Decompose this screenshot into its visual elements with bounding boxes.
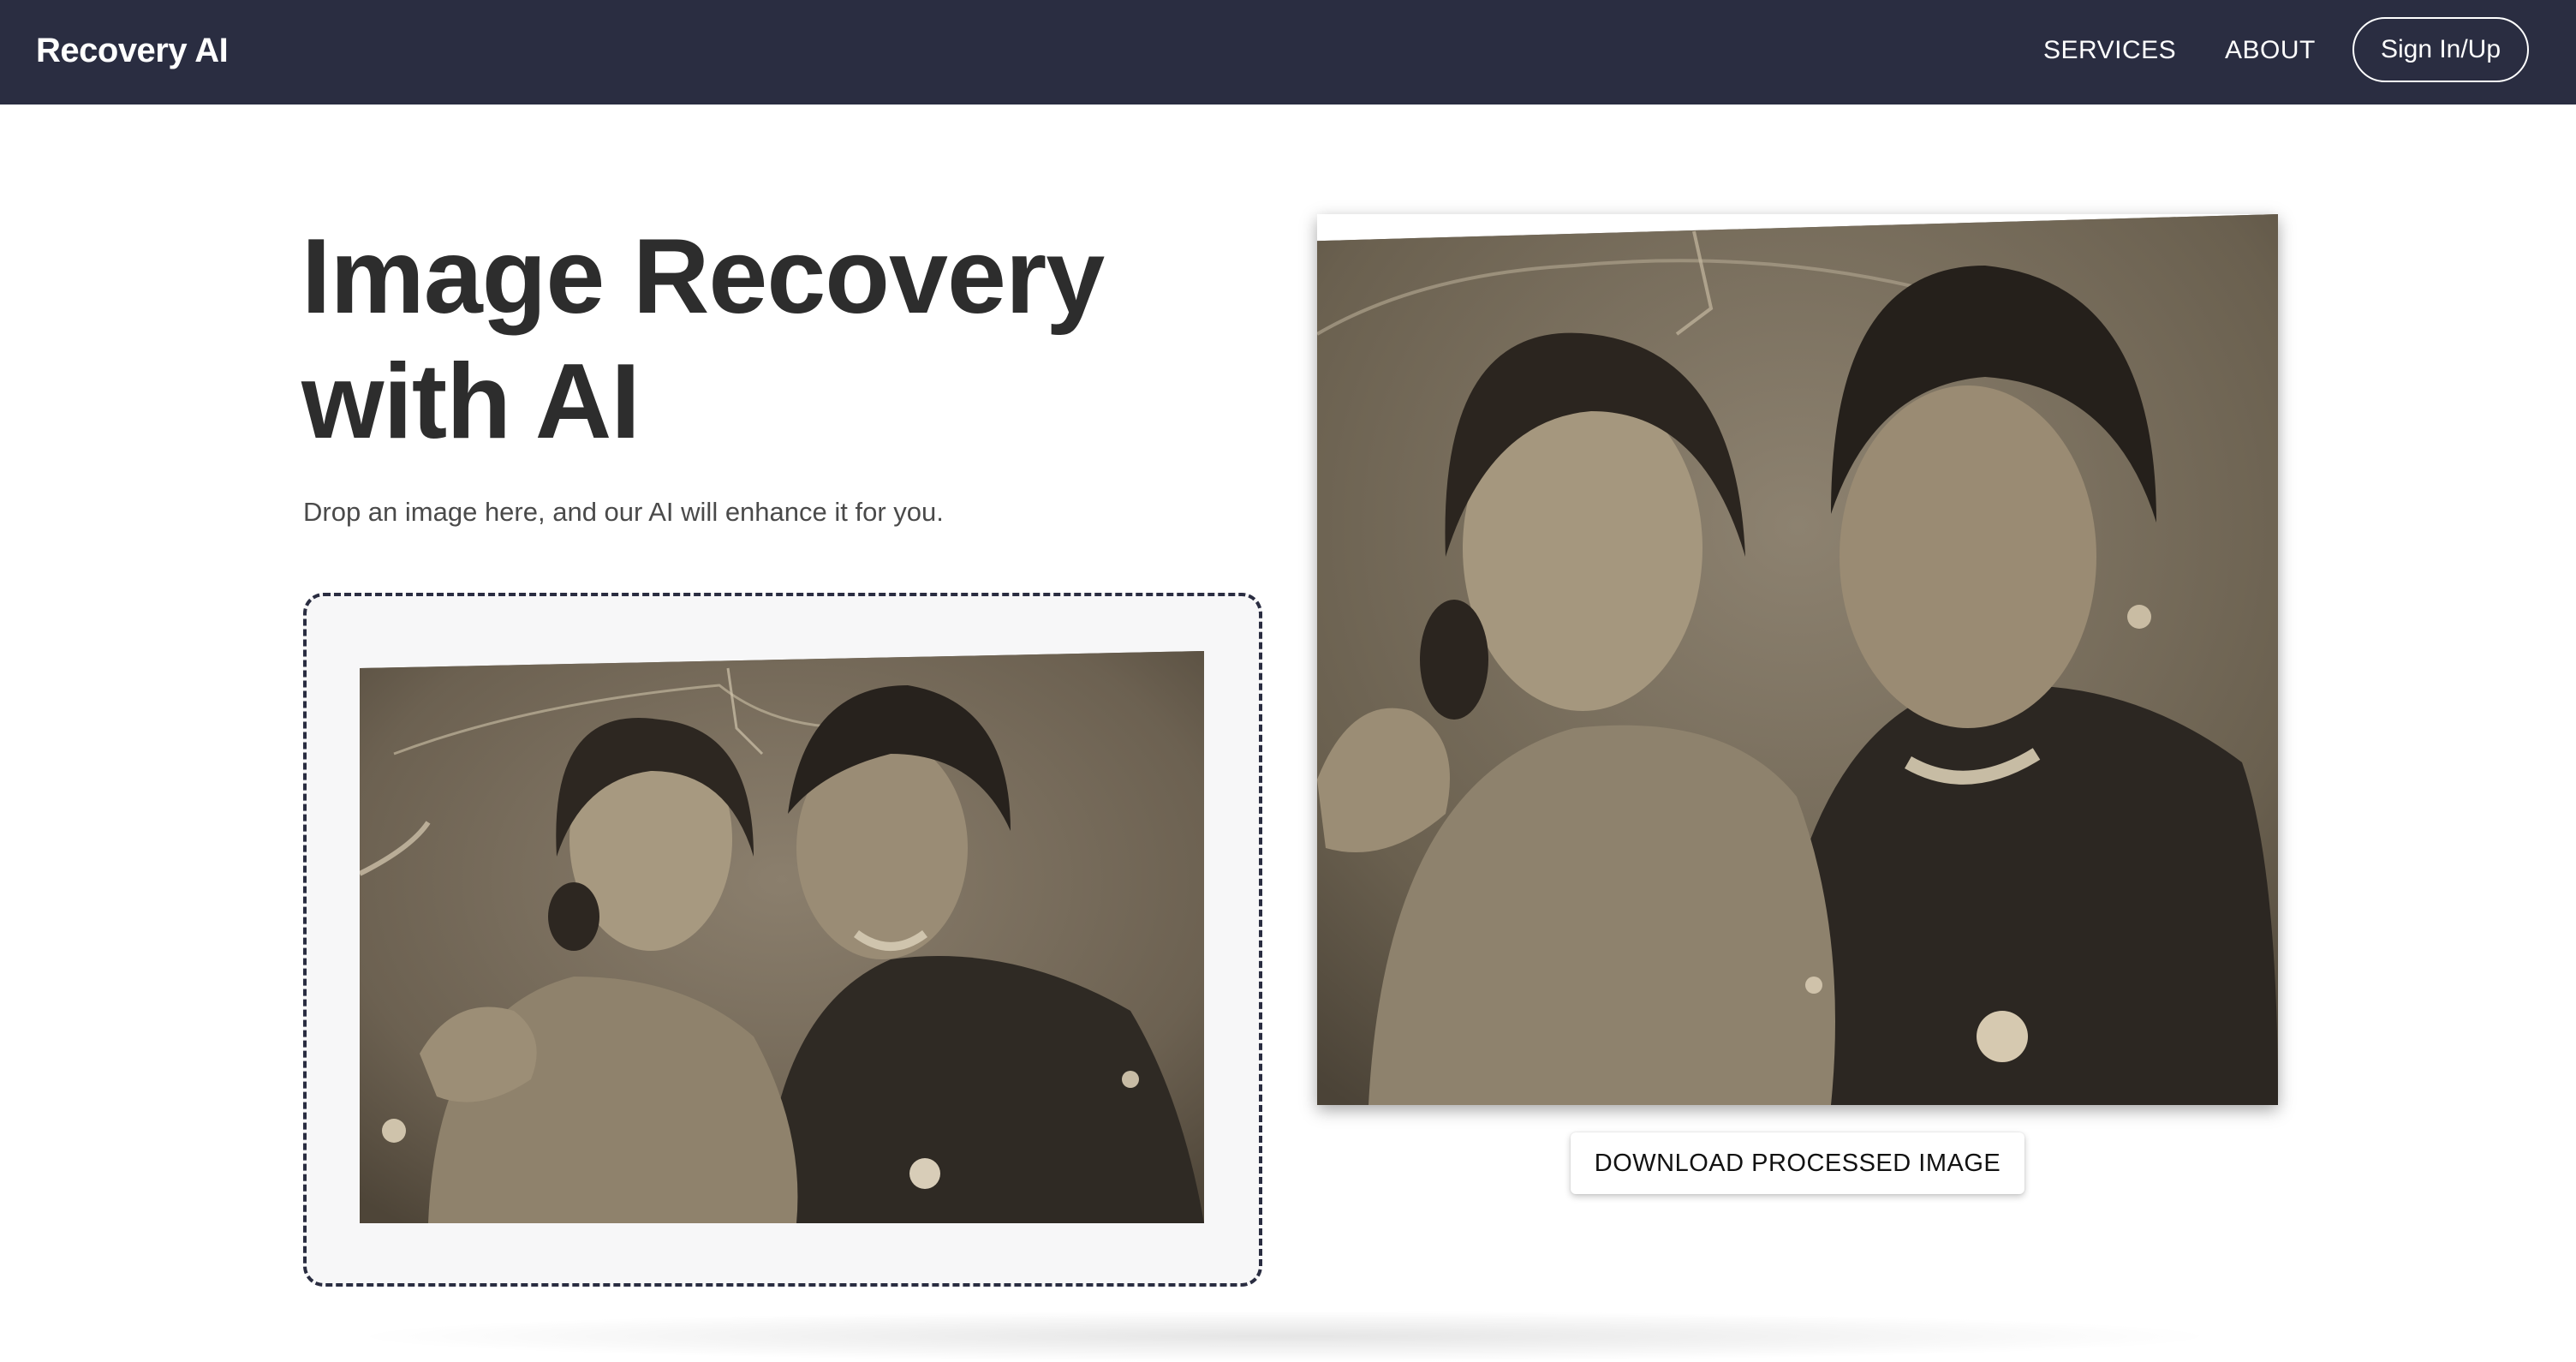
original-image [360,651,1204,1223]
signin-button[interactable]: Sign In/Up [2352,17,2529,82]
nav-link-services[interactable]: SERVICES [2043,0,2176,105]
page-title: Image Recovery with AI [301,218,1105,461]
processed-image [1317,214,2278,1105]
nav-link-about[interactable]: ABOUT [2225,0,2316,105]
download-processed-image-button[interactable]: DOWNLOAD PROCESSED IMAGE [1571,1132,2024,1194]
bottom-section-shadow [343,1311,2227,1362]
page-subtitle: Drop an image here, and our AI will enha… [303,497,944,527]
top-navbar: Recovery AI SERVICES ABOUT Sign In/Up [0,0,2576,105]
brand-logo[interactable]: Recovery AI [36,0,229,105]
